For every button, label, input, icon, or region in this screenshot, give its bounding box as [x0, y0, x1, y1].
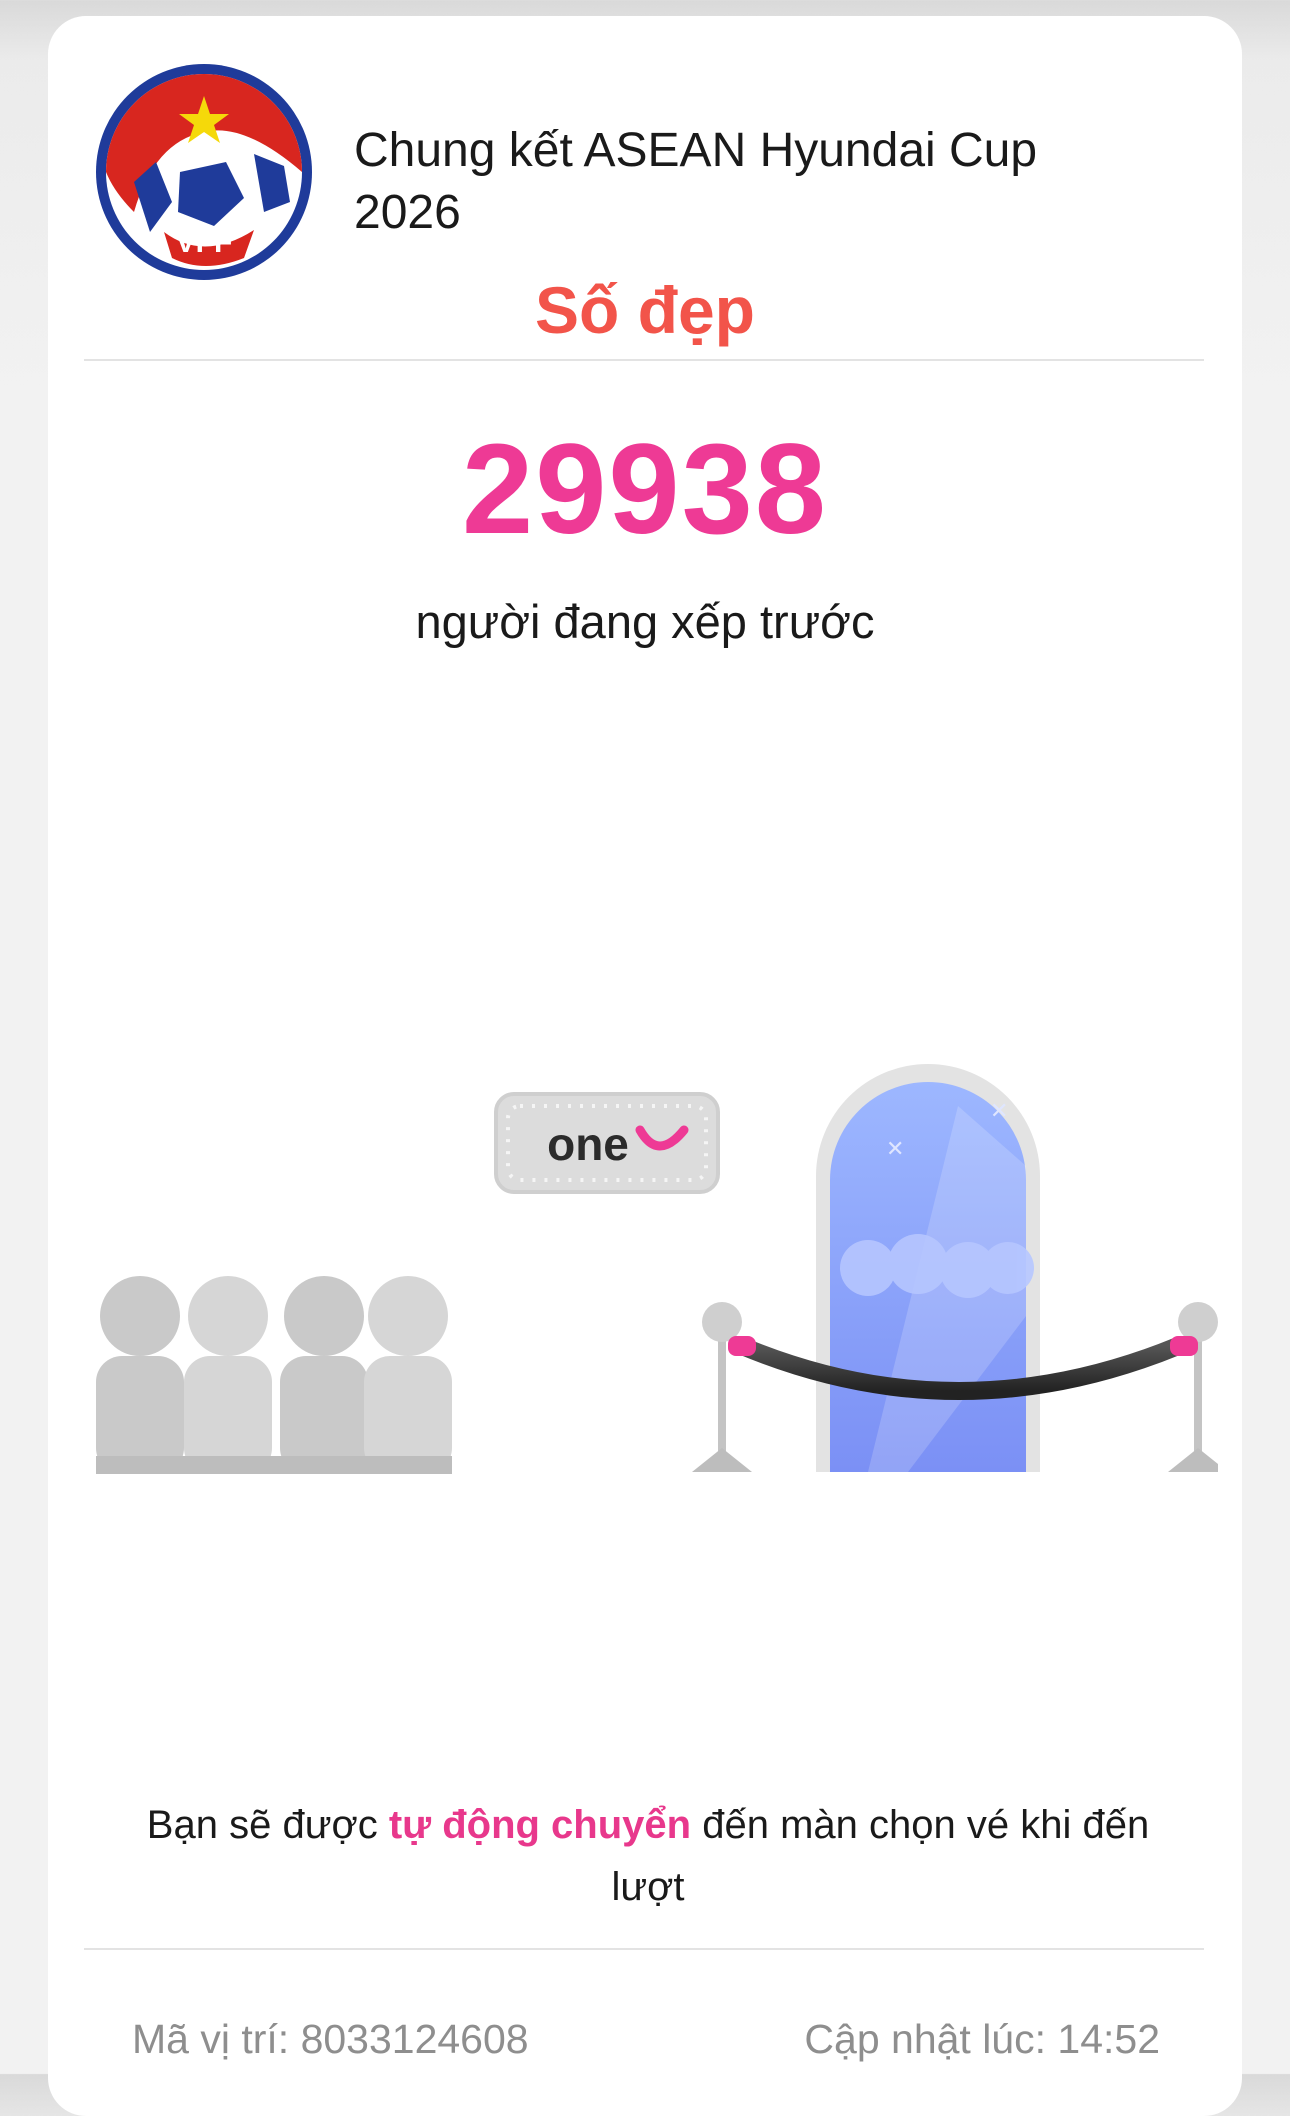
svg-text:✕: ✕ — [886, 1137, 904, 1162]
queue-ahead-label: người đang xếp trước — [415, 595, 875, 648]
notice-prefix: Bạn sẽ được — [146, 1803, 389, 1847]
person-icon — [364, 1276, 452, 1474]
svg-text:✕: ✕ — [990, 1099, 1008, 1124]
position-code: Mã vị trí: 8033124608 — [132, 2016, 529, 2062]
people-in-line — [96, 1276, 452, 1474]
footer-divider — [84, 1948, 1204, 1950]
event-title: Chung kết ASEAN Hyundai Cup 2026 — [354, 124, 1038, 239]
queue-card: VFF Chung kết ASEAN Hyundai Cup 2026 Số … — [48, 16, 1242, 2116]
queue-ahead-count: 29938 — [462, 418, 828, 561]
person-icon — [96, 1276, 184, 1474]
header-divider — [84, 359, 1204, 361]
one-sign-icon: one — [494, 1092, 720, 1194]
event-subtitle: Số đẹp — [534, 273, 755, 347]
notice-suffix: đến màn chọn vé khi đến lượt — [611, 1803, 1150, 1909]
updated-time: Cập nhật lúc: 14:52 — [804, 2016, 1160, 2062]
door-icon: ✕ ✕ — [816, 1064, 1040, 1472]
person-icon — [280, 1276, 368, 1474]
notice-highlight: tự động chuyển — [388, 1803, 692, 1847]
person-icon — [184, 1276, 272, 1474]
vff-logo-text: VFF — [176, 226, 233, 259]
auto-redirect-notice: Bạn sẽ được tự động chuyển đến màn chọn … — [118, 1794, 1178, 1918]
queue-illustration: one ✕ ✕ — [96, 1064, 1218, 1474]
one-sign-text: one — [547, 1118, 629, 1170]
vff-logo: VFF — [96, 64, 312, 280]
